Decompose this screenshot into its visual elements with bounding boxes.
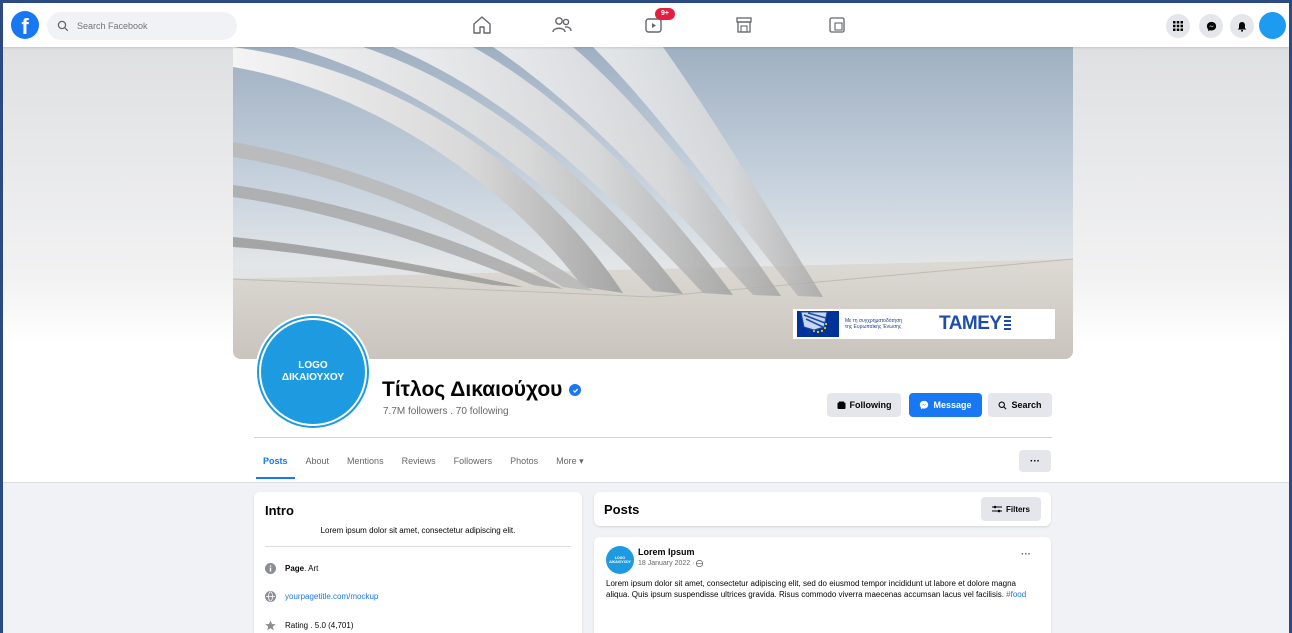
tab-mentions[interactable]: Mentions bbox=[338, 447, 393, 475]
messenger-button[interactable] bbox=[1199, 14, 1223, 38]
funding-banner: Με τη συγχρηματοδότηση της Ευρωπαϊκής Έν… bbox=[793, 309, 1055, 339]
tamey-shield-icon bbox=[800, 311, 828, 331]
tab-followers[interactable]: Followers bbox=[445, 447, 502, 475]
nav-gaming[interactable] bbox=[826, 14, 848, 36]
following-button[interactable]: Following bbox=[827, 393, 901, 417]
globe-icon bbox=[696, 560, 704, 567]
rating-text: Rating . 5.0 (4,701) bbox=[285, 621, 354, 630]
post-author[interactable]: Lorem Ipsum bbox=[638, 547, 695, 557]
search-icon bbox=[57, 20, 69, 32]
search-page-button[interactable]: Search bbox=[988, 393, 1052, 417]
facebook-search[interactable] bbox=[47, 12, 237, 40]
intro-rating: Rating . 5.0 (4,701) bbox=[265, 620, 353, 631]
posts-header-card: Posts Filters bbox=[594, 492, 1051, 526]
page-title: Τίτλος Δικαιούχου bbox=[382, 378, 582, 402]
search-icon bbox=[999, 401, 1007, 409]
website-link[interactable]: yourpagetitle.com/mockup bbox=[285, 592, 378, 601]
nav-friends[interactable] bbox=[551, 14, 573, 36]
nav-watch[interactable]: 9+ bbox=[643, 8, 675, 36]
messenger-icon bbox=[920, 400, 929, 410]
profile-logo: LOGO ΔΙΚΑΙΟΥΧΟΥ bbox=[259, 318, 367, 426]
message-label: Message bbox=[933, 400, 972, 410]
intro-page-category: Page . Art bbox=[265, 563, 318, 574]
post-author-avatar[interactable]: LOGO ΔΙΚΑΙΟΥΧΟΥ bbox=[606, 546, 634, 574]
messenger-icon bbox=[1206, 21, 1216, 31]
notifications-button[interactable] bbox=[1230, 14, 1254, 38]
notification-badge: 9+ bbox=[655, 8, 675, 20]
bell-icon bbox=[1237, 21, 1247, 32]
top-navigation-bar: f 9+ bbox=[3, 3, 1289, 47]
profile-options-button[interactable]: ··· bbox=[1019, 450, 1051, 472]
globe-icon bbox=[265, 591, 276, 602]
verified-badge-icon bbox=[569, 384, 582, 396]
post-date[interactable]: 18 January 2022 · bbox=[638, 560, 704, 567]
header-divider bbox=[254, 437, 1052, 438]
followers-count: 7.7M followers . 70 following bbox=[383, 406, 509, 417]
logo-text-line1: LOGO bbox=[298, 360, 328, 371]
tab-reviews[interactable]: Reviews bbox=[393, 447, 445, 475]
tab-photos[interactable]: Photos bbox=[501, 447, 547, 475]
filters-button[interactable]: Filters bbox=[981, 497, 1041, 521]
page-category: . Art bbox=[304, 564, 319, 573]
page-label: Page bbox=[285, 564, 305, 573]
tab-more[interactable]: More ▾ bbox=[547, 447, 593, 475]
grid-menu-icon bbox=[1173, 21, 1183, 31]
search-input[interactable] bbox=[75, 20, 229, 32]
nav-home[interactable] bbox=[471, 14, 493, 36]
tab-about[interactable]: About bbox=[297, 447, 339, 475]
friends-icon bbox=[552, 17, 572, 33]
logo-text-line2: ΔΙΚΑΙΟΥΧΟΥ bbox=[281, 372, 345, 383]
cover-photo[interactable]: Με τη συγχρηματοδότηση της Ευρωπαϊκής Έν… bbox=[233, 47, 1073, 359]
following-icon bbox=[837, 401, 845, 409]
browser-frame: f 9+ bbox=[0, 0, 1292, 633]
account-avatar[interactable] bbox=[1259, 12, 1286, 39]
intro-divider bbox=[265, 546, 571, 547]
page-name: Τίτλος Δικαιούχου bbox=[382, 378, 563, 401]
post-date-text: 18 January 2022 · bbox=[638, 560, 695, 567]
home-icon bbox=[473, 16, 491, 34]
eu-cofunding-text: Με τη συγχρηματοδότηση της Ευρωπαϊκής Έν… bbox=[845, 318, 903, 330]
info-icon bbox=[265, 563, 276, 574]
tamey-logo: TAMEY bbox=[939, 313, 1002, 334]
profile-picture[interactable]: LOGO ΔΙΚΑΙΟΥΧΟΥ bbox=[255, 314, 371, 430]
post-body: Lorem ipsum dolor sit amet, consectetur … bbox=[606, 579, 1016, 599]
filters-icon bbox=[991, 505, 1002, 513]
facebook-logo[interactable]: f bbox=[11, 11, 39, 39]
star-icon bbox=[265, 620, 276, 631]
intro-website: yourpagetitle.com/mockup bbox=[265, 591, 378, 602]
post-text: Lorem ipsum dolor sit amet, consectetur … bbox=[606, 578, 1038, 600]
greek-flag-icon bbox=[1003, 316, 1011, 332]
post-options-button[interactable]: ··· bbox=[1021, 549, 1031, 560]
gaming-icon bbox=[829, 17, 845, 33]
menu-button[interactable] bbox=[1166, 14, 1190, 38]
post-card: LOGO ΔΙΚΑΙΟΥΧΟΥ Lorem Ipsum 18 January 2… bbox=[594, 537, 1051, 633]
nav-marketplace[interactable] bbox=[733, 14, 755, 36]
post-hashtag[interactable]: #food bbox=[1006, 590, 1026, 599]
filters-label: Filters bbox=[1005, 504, 1030, 514]
posts-title: Posts bbox=[604, 502, 640, 517]
intro-card: Intro Lorem ipsum dolor sit amet, consec… bbox=[254, 492, 582, 633]
tab-posts[interactable]: Posts bbox=[254, 447, 297, 479]
intro-title: Intro bbox=[265, 503, 294, 518]
marketplace-icon bbox=[736, 17, 752, 33]
profile-tabs: Posts About Mentions Reviews Followers P… bbox=[254, 447, 593, 481]
search-label: Search bbox=[1011, 400, 1042, 410]
intro-bio: Lorem ipsum dolor sit amet, consectetur … bbox=[320, 526, 516, 535]
message-button[interactable]: Message bbox=[909, 393, 982, 417]
following-label: Following bbox=[849, 400, 892, 410]
